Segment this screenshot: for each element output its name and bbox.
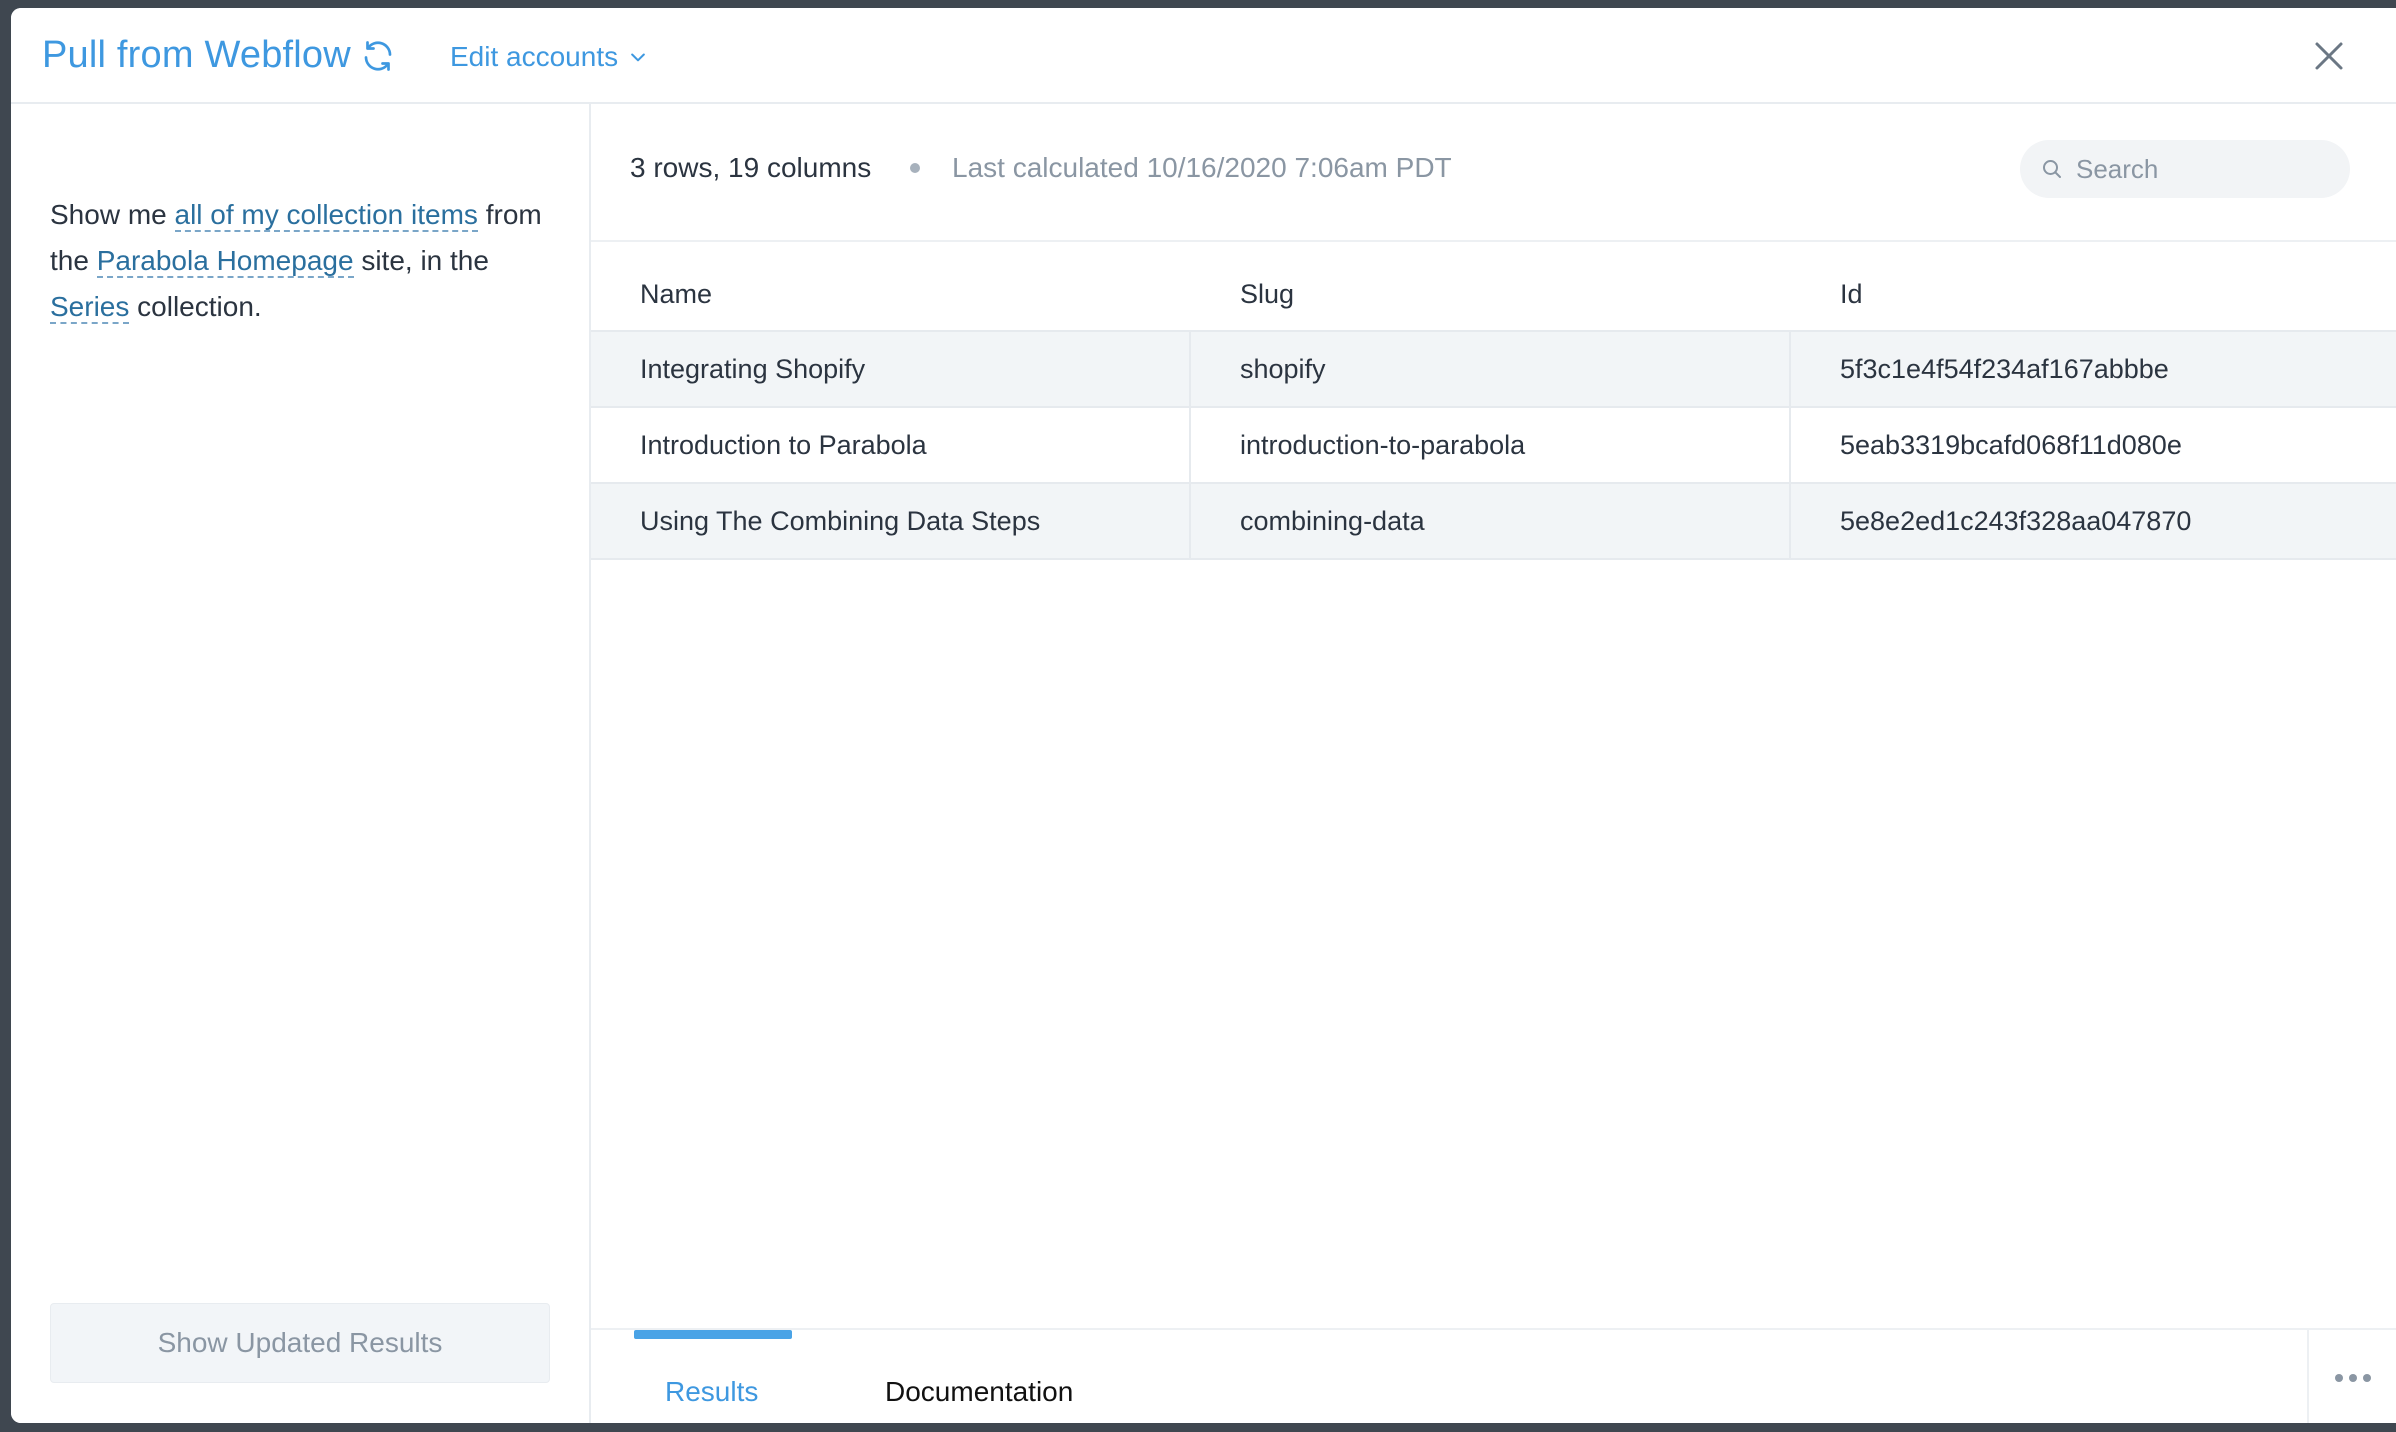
settings-sentence: Show me all of my collection items from … (50, 192, 560, 330)
table-cell[interactable]: 5eab3319bcafd068f11d080e (1791, 408, 2396, 482)
table-cell[interactable]: shopify (1191, 332, 1791, 406)
table-cell[interactable]: 5f3c1e4f54f234af167abbbe (1791, 332, 2396, 406)
rows-columns-count: 3 rows, 19 columns (630, 152, 872, 183)
table-cell[interactable]: introduction-to-parabola (1191, 408, 1791, 482)
close-icon[interactable] (2311, 38, 2347, 74)
modal-title: Pull from Webflow (42, 34, 351, 76)
results-panel: 3 rows, 19 columns Last calculated 10/16… (591, 104, 2396, 1423)
separator-dot (910, 163, 920, 173)
settings-panel: Show me all of my collection items from … (11, 104, 591, 1423)
sentence-text: collection. (129, 291, 262, 322)
modal-dialog: Pull from Webflow Edit accounts Show me … (11, 8, 2396, 1423)
more-horizontal-icon (2334, 1373, 2371, 1382)
bottom-tab-bar: Results Documentation (591, 1328, 2396, 1423)
table-row: Using The Combining Data Steps combining… (591, 484, 2396, 560)
results-table: Name Slug Id Integrating Shopify shopify… (591, 258, 2396, 560)
search-icon (2043, 160, 2061, 178)
sentence-text: Show me (50, 199, 175, 230)
active-tab-indicator (634, 1330, 792, 1339)
column-header-slug[interactable]: Slug (1191, 279, 1791, 310)
site-selector[interactable]: Parabola Homepage (96, 245, 354, 278)
table-row: Integrating Shopify shopify 5f3c1e4f54f2… (591, 332, 2396, 408)
sentence-text: site, in the (353, 245, 489, 276)
table-header: Name Slug Id (591, 258, 2396, 332)
collection-selector[interactable]: Series (50, 291, 130, 324)
show-updated-results-button[interactable]: Show Updated Results (50, 1303, 550, 1383)
summary-bar: 3 rows, 19 columns Last calculated 10/16… (591, 104, 2396, 242)
tab-documentation[interactable]: Documentation (885, 1376, 1073, 1408)
collection-items-selector[interactable]: all of my collection items (174, 199, 478, 232)
tab-results[interactable]: Results (665, 1376, 758, 1408)
column-header-id[interactable]: Id (1791, 279, 2396, 310)
table-row: Introduction to Parabola introduction-to… (591, 408, 2396, 484)
edit-accounts-label: Edit accounts (450, 41, 619, 72)
chevron-down-icon (631, 53, 645, 62)
last-calculated-timestamp: Last calculated 10/16/2020 7:06am PDT (952, 152, 1452, 183)
modal-header: Pull from Webflow Edit accounts (11, 8, 2396, 104)
table-cell[interactable]: combining-data (1191, 484, 1791, 558)
search-box[interactable] (2020, 140, 2350, 198)
refresh-icon[interactable] (360, 38, 396, 74)
table-cell[interactable]: Using The Combining Data Steps (591, 484, 1191, 558)
table-cell[interactable]: Introduction to Parabola (591, 408, 1191, 482)
edit-accounts-dropdown[interactable]: Edit accounts (450, 41, 648, 73)
table-cell[interactable]: Integrating Shopify (591, 332, 1191, 406)
more-options-button[interactable] (2307, 1330, 2396, 1423)
table-cell[interactable]: 5e8e2ed1c243f328aa047870 (1791, 484, 2396, 558)
search-input[interactable] (2076, 153, 2326, 185)
column-header-name[interactable]: Name (591, 279, 1191, 310)
